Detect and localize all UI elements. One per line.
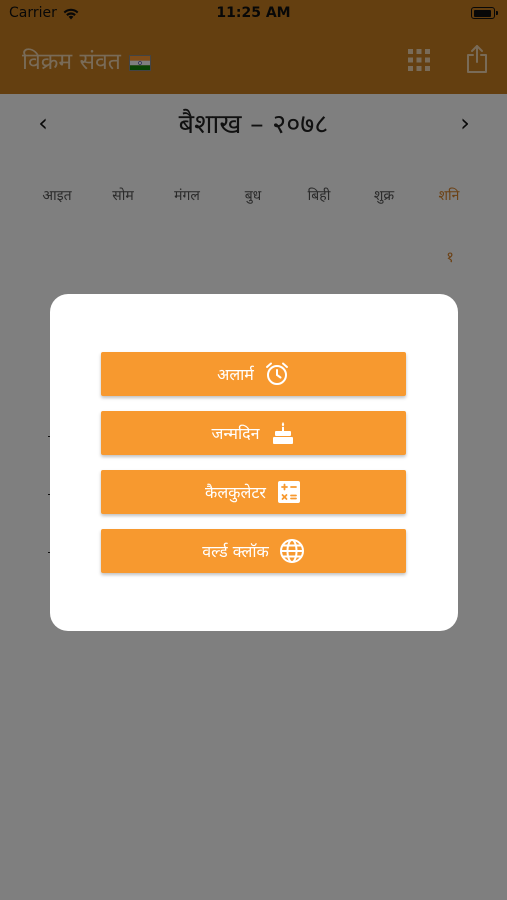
birthday-button-label: जन्मदिन [211, 424, 260, 443]
globe-icon [279, 539, 304, 563]
calculator-button[interactable]: कैलकुलेटर [101, 470, 406, 514]
alarm-button-label: अलार्म [217, 365, 254, 384]
world-clock-button-label: वर्ल्ड क्लॉक [202, 542, 269, 561]
birthday-cake-icon [272, 422, 293, 444]
calculator-icon [277, 481, 300, 503]
tools-menu-dialog: अलार्म जन्मदिन कैलकुलेटर वर्ल्ड क्लॉक [50, 294, 458, 631]
alarm-clock-icon [265, 362, 288, 385]
calculator-button-label: कैलकुलेटर [205, 483, 266, 502]
world-clock-button[interactable]: वर्ल्ड क्लॉक [101, 529, 406, 573]
birthday-button[interactable]: जन्मदिन [101, 411, 406, 455]
alarm-button[interactable]: अलार्म [101, 352, 406, 396]
